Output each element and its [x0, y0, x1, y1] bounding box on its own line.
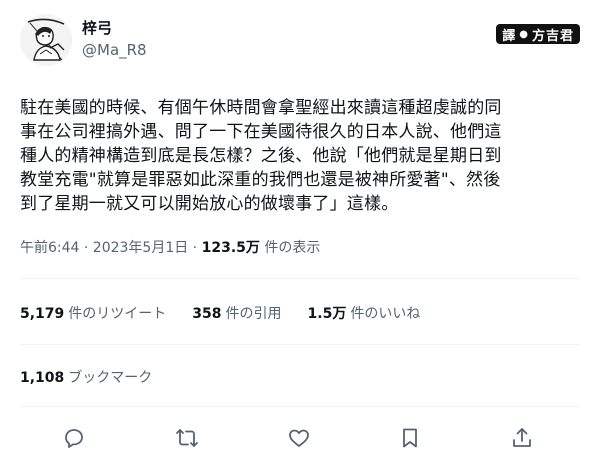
views-count: 123.5万 — [201, 240, 260, 256]
watermark-right: 方吉君 — [531, 28, 574, 44]
author-names: 梓弓 @Ma_R8 — [82, 18, 147, 60]
like-icon — [289, 429, 309, 447]
user-handle[interactable]: @Ma_R8 — [82, 40, 147, 60]
quotes-count: 358 — [192, 306, 222, 322]
views-label: 件の表示 — [259, 240, 321, 256]
retweets-stat[interactable]: 5,179 件のリツイート — [20, 304, 166, 324]
bookmark-icon — [403, 428, 417, 448]
quotes-stat[interactable]: 358 件の引用 — [192, 304, 281, 324]
watermark-separator: ● — [519, 28, 529, 40]
like-button[interactable] — [287, 426, 311, 450]
tweet-text: 駐在美國的時候、有個午休時間會拿聖經出來讀這種超虔誠的同 事在公司裡搞外遇、問了… — [20, 98, 502, 214]
share-button[interactable] — [510, 426, 534, 450]
timestamp[interactable]: 午前6:44 · 2023年5月1日 · — [20, 240, 202, 256]
action-bar — [20, 418, 580, 458]
divider — [20, 344, 580, 345]
bookmarks-stat[interactable]: 1,108 ブックマーク — [20, 368, 152, 388]
tweet-meta: 午前6:44 · 2023年5月1日 · 123.5万 件の表示 — [20, 238, 320, 258]
likes-count: 1.5万 — [307, 306, 347, 322]
retweet-button[interactable] — [175, 426, 199, 450]
reply-button[interactable] — [62, 426, 86, 450]
bookmark-button[interactable] — [398, 426, 422, 450]
retweets-count: 5,179 — [20, 306, 65, 322]
engagement-stats: 5,179 件のリツイート 358 件の引用 1.5万 件のいいね — [20, 304, 446, 324]
avatar-illustration — [20, 14, 72, 66]
retweets-label: 件のリツイート — [68, 306, 167, 322]
watermark-left: 譯 — [502, 28, 517, 44]
display-name[interactable]: 梓弓 — [82, 18, 147, 38]
bookmarks-label: ブックマーク — [68, 370, 153, 386]
likes-label: 件のいいね — [350, 306, 421, 322]
divider — [20, 406, 580, 407]
share-icon — [513, 428, 531, 447]
divider — [20, 278, 580, 279]
quotes-label: 件の引用 — [225, 306, 282, 322]
retweet-icon — [176, 429, 198, 447]
reply-icon — [65, 429, 83, 448]
likes-stat[interactable]: 1.5万 件のいいね — [308, 304, 421, 324]
translator-watermark: 譯 ● 方吉君 — [496, 24, 580, 44]
tweet-header: 梓弓 @Ma_R8 譯 ● 方吉君 — [20, 12, 580, 68]
avatar[interactable] — [20, 14, 72, 66]
bookmarks-count: 1,108 — [20, 370, 65, 386]
